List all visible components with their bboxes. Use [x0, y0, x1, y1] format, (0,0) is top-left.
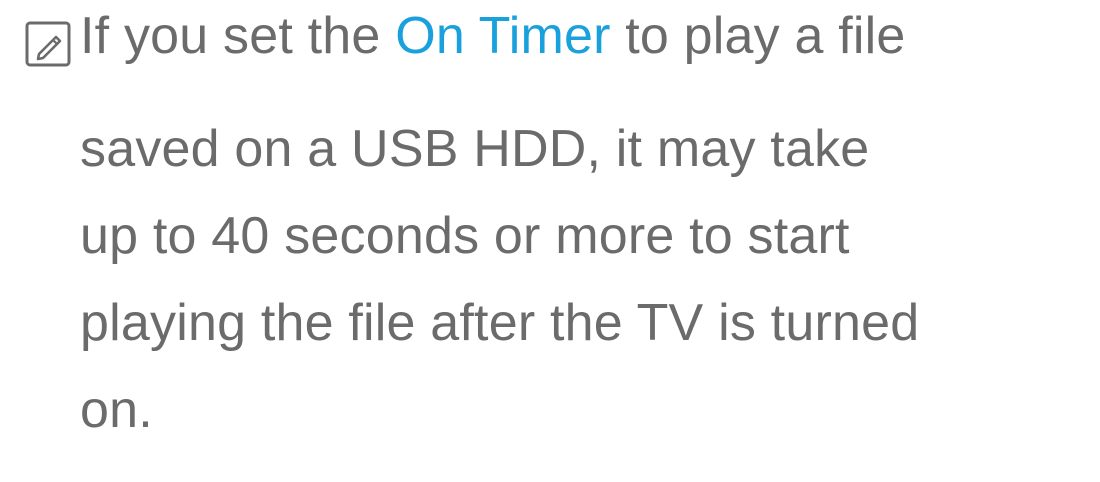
note-line-1: If you set the On Timer to play a file [80, 6, 906, 66]
note-pencil-icon [25, 21, 71, 67]
on-timer-link: On Timer [395, 7, 611, 65]
note-line-2: saved on a USB HDD, it may take [80, 120, 870, 178]
note-line-4: playing the file after the TV is turned [80, 294, 920, 352]
note-line-5: on. [80, 381, 153, 439]
note-line-3: up to 40 seconds or more to start [80, 207, 850, 265]
note-block: If you set the On Timer to play a file s… [0, 0, 1100, 482]
note-line-1-before: If you set the [80, 7, 396, 65]
note-line-1-after: to play a file [610, 7, 906, 65]
